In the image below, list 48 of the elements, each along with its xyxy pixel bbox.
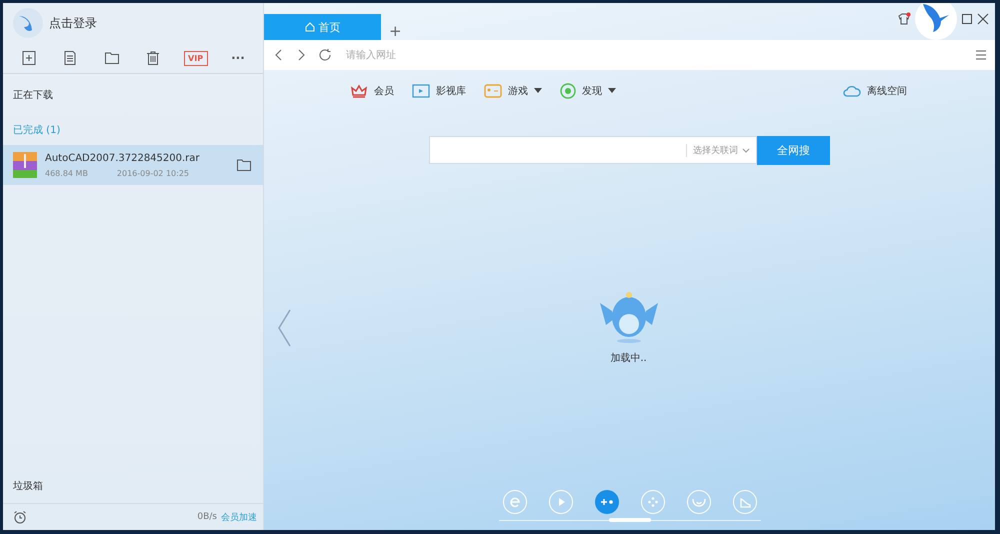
trash-icon — [145, 50, 162, 66]
nav-link[interactable]: 游戏 — [484, 84, 542, 98]
nav-link[interactable]: 发现 — [560, 83, 616, 99]
folder-icon[interactable] — [237, 159, 251, 171]
nav-link[interactable]: 会员 — [350, 84, 394, 98]
crown-icon — [350, 84, 368, 98]
gamepad-icon — [484, 84, 502, 98]
cloud-icon — [843, 84, 861, 98]
download-speed: 0B/s — [197, 512, 217, 522]
loading-text: 加载中.. — [610, 352, 647, 364]
caret-icon — [608, 88, 616, 94]
file-date: 2016-09-02 10:25 — [116, 168, 189, 178]
gamepad-icon — [646, 496, 658, 508]
add-file-icon — [21, 50, 37, 66]
folder-icon — [104, 50, 120, 66]
document-icon — [62, 50, 78, 66]
curve-icon — [692, 497, 706, 507]
alarm-icon[interactable] — [13, 510, 27, 524]
offline-space-link[interactable]: 离线空间 — [843, 84, 907, 98]
login-link[interactable]: 点击登录 — [49, 14, 97, 32]
trash-label[interactable]: 垃圾箱 — [13, 481, 43, 492]
add-icon — [600, 498, 614, 506]
maximize-icon[interactable] — [961, 13, 973, 25]
shirt-icon[interactable] — [897, 12, 911, 26]
high-heel-icon — [738, 496, 750, 508]
logo-icon — [915, 3, 957, 40]
caret-icon — [534, 88, 542, 94]
menu-icon[interactable] — [975, 50, 987, 60]
compass-icon — [560, 83, 576, 99]
file-size: 468.84 MB — [45, 168, 88, 178]
section-label[interactable]: 正在下载 — [13, 90, 53, 101]
avatar-icon — [13, 8, 43, 38]
video-icon — [412, 84, 430, 98]
more-button[interactable]: ··· — [226, 47, 249, 69]
home-icon — [304, 22, 314, 32]
refresh-icon[interactable] — [318, 48, 332, 62]
forward-icon[interactable] — [296, 49, 306, 61]
address-field[interactable]: 请输入网址 — [344, 48, 963, 62]
chevron-icon — [742, 148, 750, 152]
browser-icon — [508, 496, 520, 508]
dock-button[interactable] — [594, 490, 618, 514]
new-tab-button[interactable]: + — [385, 22, 406, 40]
nav-link[interactable]: 影视库 — [412, 84, 466, 98]
back-icon[interactable] — [274, 49, 284, 61]
file-row[interactable]: AutoCAD2007.3722845200.rar 468.84 MB 2016-09-02 10:25 — [3, 145, 263, 185]
archive-icon — [13, 152, 37, 178]
close-icon[interactable] — [977, 13, 989, 25]
file-name: AutoCAD2007.3722845200.rar — [45, 152, 201, 164]
